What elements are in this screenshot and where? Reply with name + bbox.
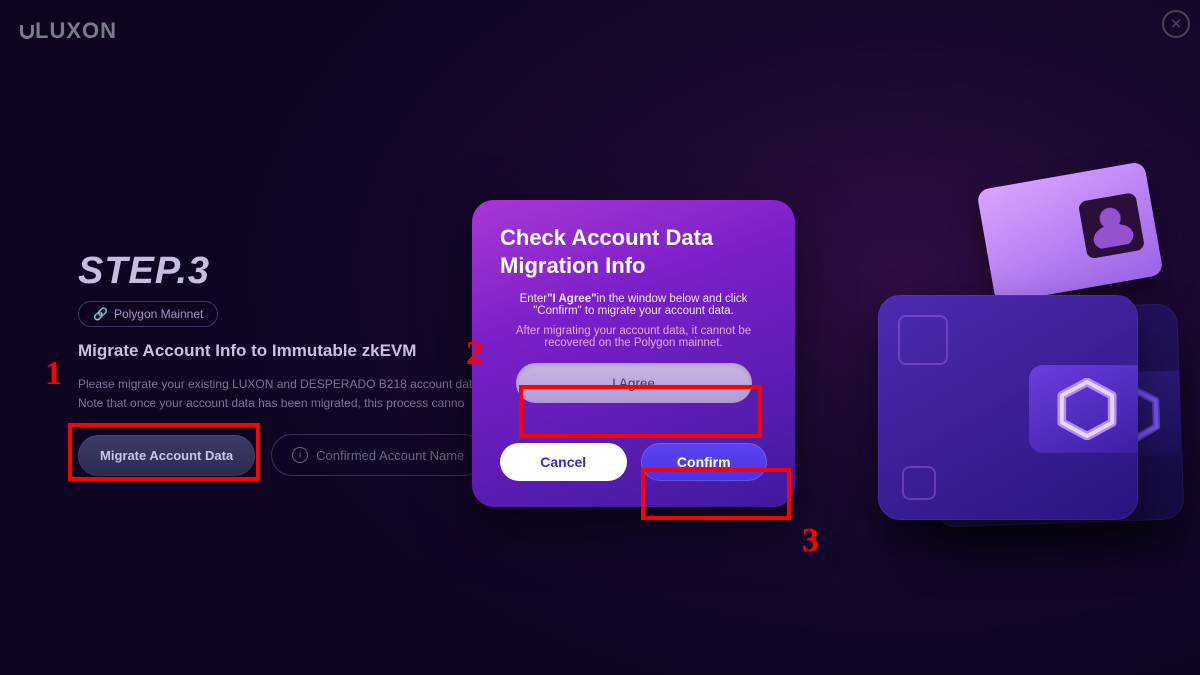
wallet-front	[878, 295, 1138, 520]
modal-instruction: Enter"I Agree"in the window below and cl…	[500, 293, 767, 317]
wallet-illustration	[820, 205, 1180, 565]
section-desc: Please migrate your existing LUXON and D…	[78, 375, 508, 412]
section-title: Migrate Account Info to Immutable zkEVM	[78, 341, 508, 361]
annotation-box-3	[641, 468, 791, 520]
network-badge: 🔗 Polygon Mainnet	[78, 301, 218, 327]
network-badge-label: Polygon Mainnet	[114, 307, 203, 321]
avatar-icon	[1078, 192, 1145, 259]
annotation-number-3: 3	[802, 522, 819, 560]
confirmed-account-pill: i Confirmed Account Name	[271, 434, 485, 476]
brand-logo: LUXON	[20, 18, 117, 44]
close-icon[interactable]: ✕	[1162, 10, 1190, 38]
cancel-button[interactable]: Cancel	[500, 443, 627, 481]
link-icon: 🔗	[93, 307, 108, 321]
section-desc-line2: Note that once your account data has bee…	[78, 396, 464, 410]
hex-logo-icon	[1056, 378, 1118, 440]
step-label: STEP.3	[78, 250, 508, 293]
annotation-number-1: 1	[45, 355, 62, 393]
annotation-number-2: 2	[466, 335, 483, 373]
modal-warning: After migrating your account data, it ca…	[500, 325, 767, 349]
info-icon: i	[292, 447, 308, 463]
confirmed-account-label: Confirmed Account Name	[316, 448, 464, 463]
modal-title: Check Account Data Migration Info	[500, 224, 767, 279]
section-desc-line1: Please migrate your existing LUXON and D…	[78, 377, 479, 391]
brand-text: LUXON	[35, 18, 117, 43]
migration-modal: Check Account Data Migration Info Enter"…	[472, 200, 795, 507]
annotation-box-2	[519, 385, 762, 438]
annotation-box-1	[68, 423, 260, 481]
